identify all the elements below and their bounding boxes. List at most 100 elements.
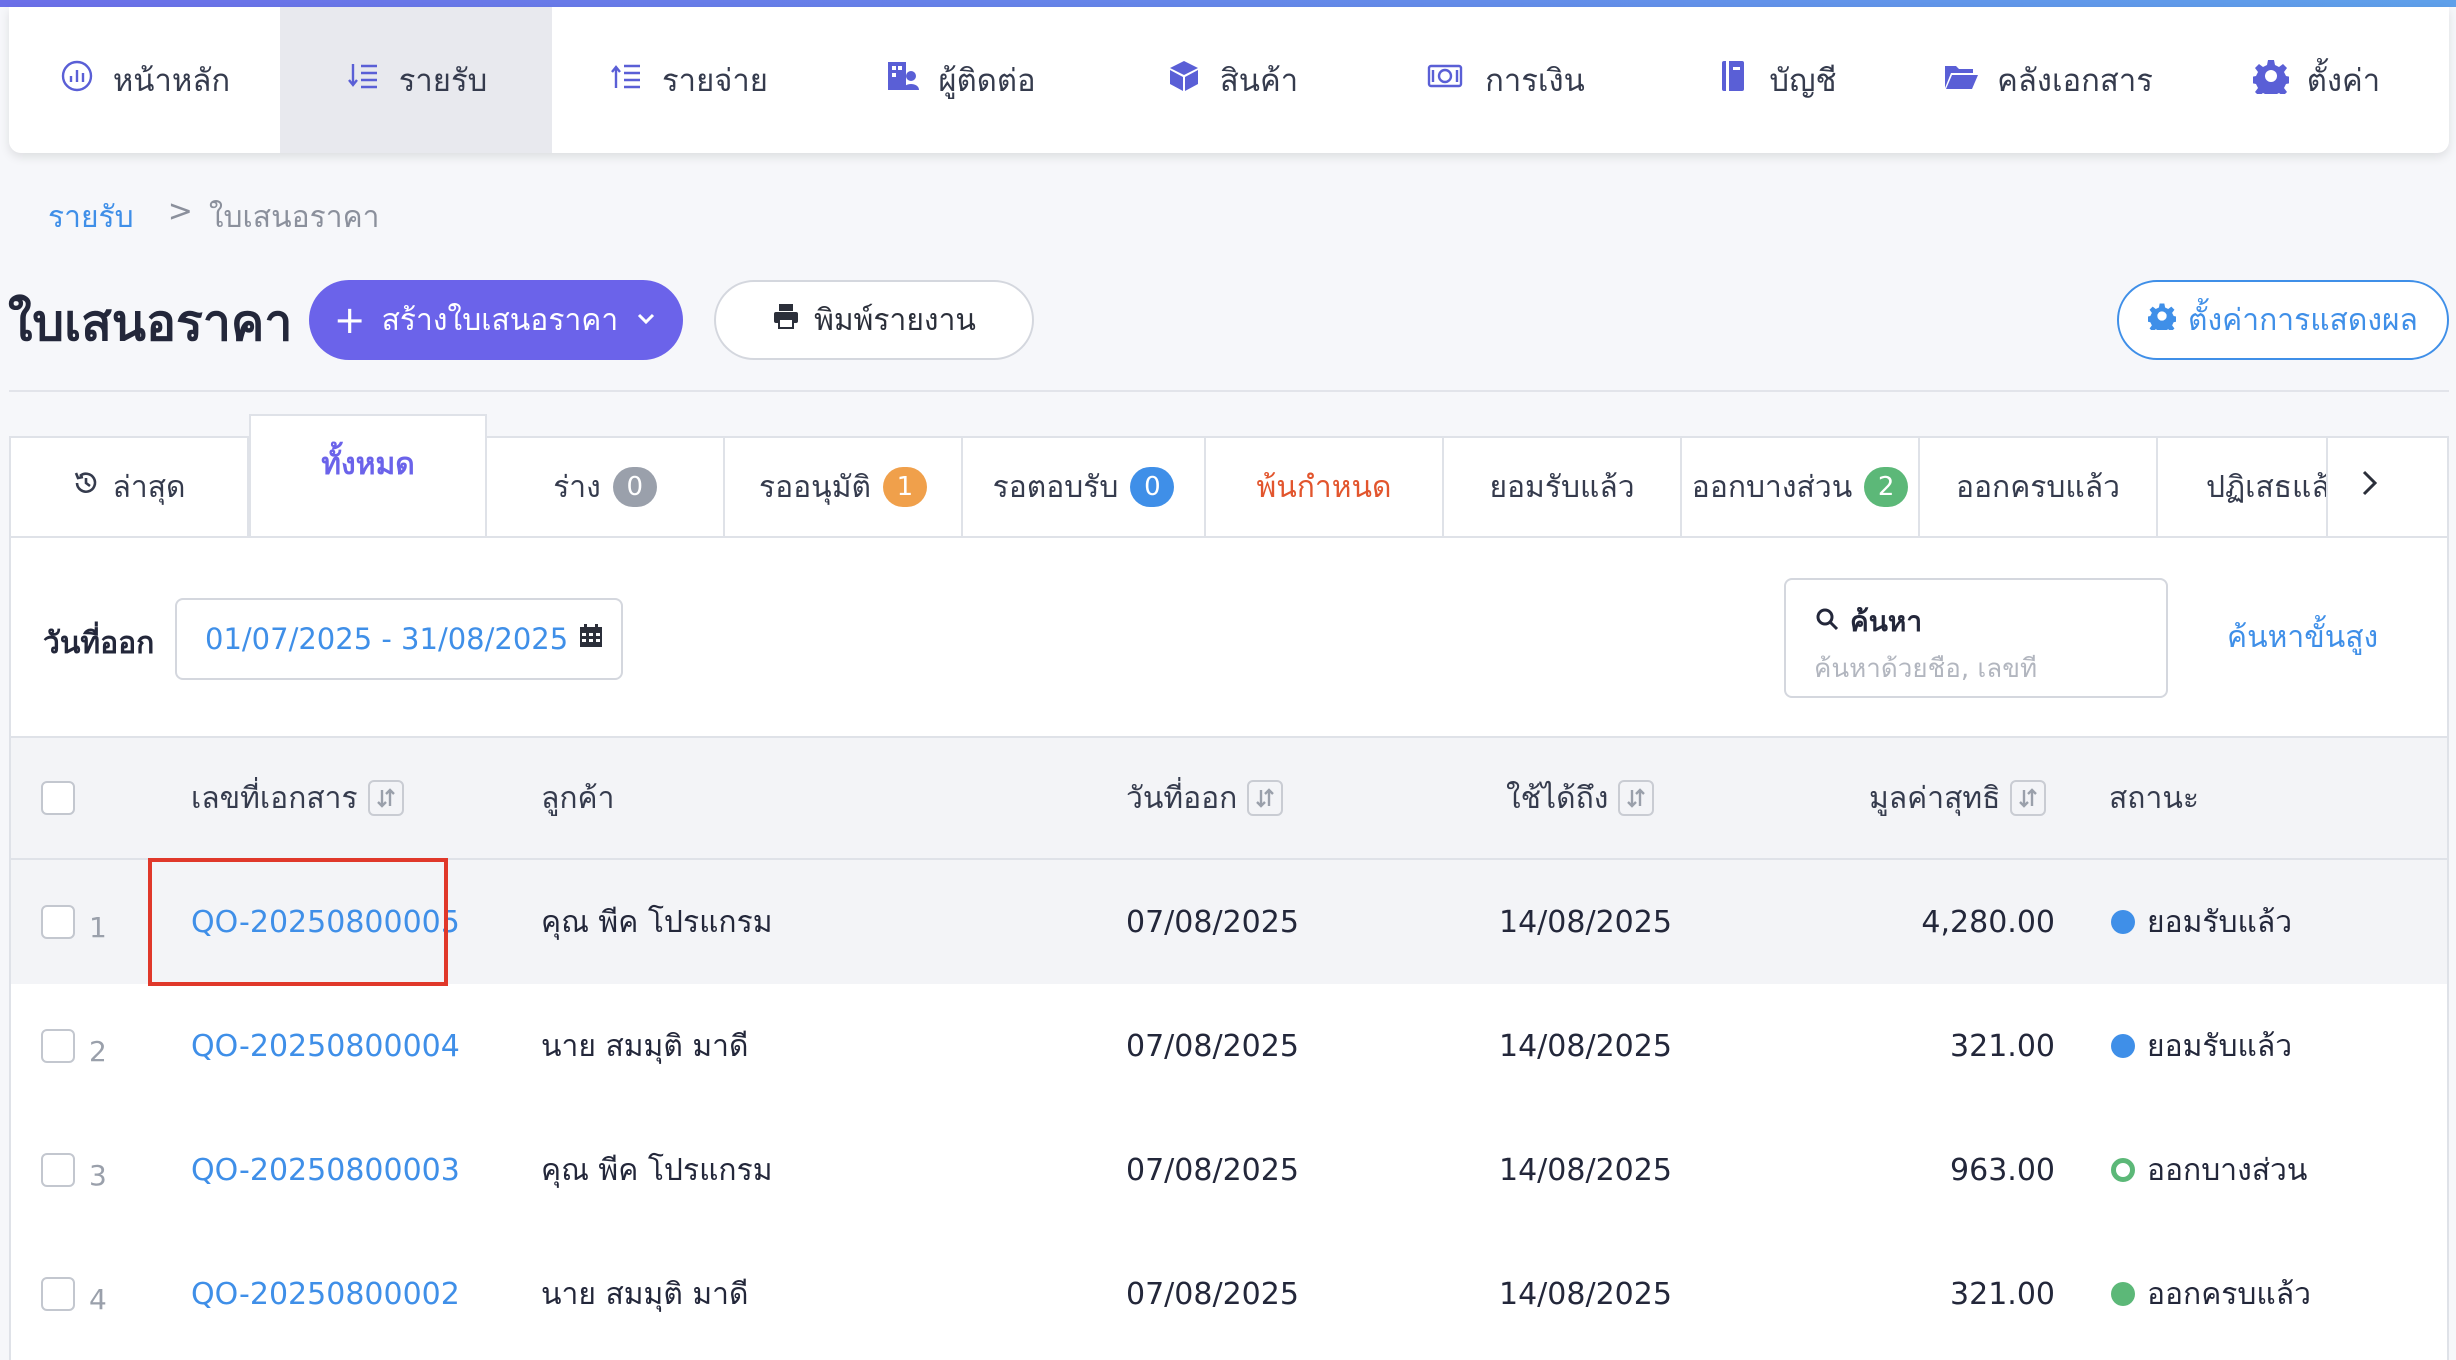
advanced-search-link[interactable]: ค้นหาขั้นสูง (2227, 614, 2378, 661)
nav-item-dashboard[interactable]: หน้าหลัก (9, 7, 280, 153)
folder-icon (1943, 58, 1979, 102)
nav-item-expense[interactable]: รายจ่าย (552, 7, 824, 153)
select-all-checkbox[interactable] (41, 781, 75, 815)
main-nav: หน้าหลัก รายรับ รายจ่าย ผู้ติดต่อ สินค้า… (9, 7, 2449, 153)
search-input[interactable] (1814, 654, 2138, 684)
gear-icon (2146, 302, 2178, 338)
nav-item-accounting[interactable]: บัญชี (1640, 7, 1912, 153)
doc-number-link[interactable]: QO-20250800004 (191, 984, 460, 1108)
tab-partially-issued[interactable]: ออกบางส่วน 2 (1682, 438, 1920, 536)
page-title: ใบเสนอราคา (8, 294, 293, 352)
doc-number-link[interactable]: QO-20250800005 (191, 860, 460, 984)
breadcrumb-link-income[interactable]: รายรับ (48, 194, 134, 241)
row-checkbox[interactable] (41, 1029, 75, 1063)
date-range-value: 01/07/2025 - 31/08/2025 (205, 622, 569, 656)
tab-latest[interactable]: ล่าสุด (11, 438, 249, 536)
tab-accepted[interactable]: ยอมรับแล้ว (1444, 438, 1682, 536)
sort-icon[interactable] (2010, 780, 2047, 816)
header-issue-date[interactable]: วันที่ออก (1126, 738, 1284, 858)
chevron-down-icon (634, 303, 658, 338)
tab-all[interactable]: ทั้งหมด (249, 414, 487, 536)
table-row[interactable]: 1 QO-20250800005 คุณ พีค โปรแกรม 07/08/2… (11, 860, 2447, 984)
contacts-icon (884, 58, 920, 102)
header-net-value[interactable]: มูลค่าสุทธิ (1869, 738, 2047, 858)
header-label: สถานะ (2109, 780, 2199, 816)
tab-rejected[interactable]: ปฏิเสธแล้ว (2158, 438, 2328, 536)
money-icon (1423, 58, 1467, 102)
header-label: เลขที่เอกสาร (191, 780, 358, 816)
valid-until-date: 14/08/2025 (1499, 904, 1672, 940)
chevron-right-icon (2354, 468, 2384, 506)
history-icon (72, 469, 100, 505)
status-dot (2111, 910, 2135, 934)
nav-item-finance[interactable]: การเงิน (1368, 7, 1640, 153)
tab-label: รออนุมัติ (759, 469, 871, 505)
breadcrumb: รายรับ > ใบเสนอราคา (48, 194, 380, 241)
tab-overdue[interactable]: พ้นกำหนด (1206, 438, 1444, 536)
table-row[interactable]: 3 QO-20250800003 คุณ พีค โปรแกรม 07/08/2… (11, 1108, 2447, 1232)
nav-item-label: สินค้า (1219, 63, 1299, 99)
header-valid-until[interactable]: ใช้ได้ถึง (1506, 738, 1655, 858)
print-report-label: พิมพ์รายงาน (814, 302, 976, 338)
tab-fully-issued[interactable]: ออกครบแล้ว (1920, 438, 2158, 536)
nav-item-label: ตั้งค่า (2306, 63, 2381, 99)
header-status: สถานะ (2109, 738, 2199, 858)
count-badge: 2 (1864, 467, 1909, 507)
nav-item-label: หน้าหลัก (112, 63, 231, 99)
valid-until-date: 14/08/2025 (1499, 1152, 1672, 1188)
sort-icon[interactable] (367, 780, 404, 816)
tab-draft[interactable]: ร่าง 0 (487, 438, 725, 536)
customer-name: นาย สมมุติ มาดี (541, 1028, 749, 1064)
net-value: 4,280.00 (1921, 904, 2055, 940)
row-checkbox[interactable] (41, 1277, 75, 1311)
status-dot (2111, 1158, 2135, 1182)
gear-icon (2250, 58, 2291, 102)
dashboard-icon (59, 58, 95, 102)
sort-icon[interactable] (1247, 780, 1284, 816)
display-settings-label: ตั้งค่าการแสดงผล (2188, 302, 2418, 338)
doc-number-link[interactable]: QO-20250800003 (191, 1108, 460, 1232)
search-label: ค้นหา (1850, 605, 1923, 638)
row-number: 2 (89, 1034, 107, 1068)
nav-item-income[interactable]: รายรับ (280, 7, 552, 153)
header-divider (9, 390, 2449, 392)
date-range-picker[interactable]: 01/07/2025 - 31/08/2025 (175, 598, 623, 680)
header-doc-no[interactable]: เลขที่เอกสาร (191, 738, 404, 858)
breadcrumb-separator: > (167, 194, 193, 229)
valid-until-date: 14/08/2025 (1499, 1028, 1672, 1064)
plus-icon: + (333, 298, 366, 342)
doc-number-link[interactable]: QO-20250800002 (191, 1232, 460, 1356)
nav-item-documents[interactable]: คลังเอกสาร (1912, 7, 2184, 153)
print-report-button[interactable]: พิมพ์รายงาน (714, 280, 1034, 360)
nav-item-settings[interactable]: ตั้งค่า (2184, 7, 2449, 153)
row-checkbox[interactable] (41, 1153, 75, 1187)
tabs-scroll-next-button[interactable] (2328, 438, 2410, 536)
tab-awaiting-approval[interactable]: รออนุมัติ 1 (725, 438, 963, 536)
nav-item-contacts[interactable]: ผู้ติดต่อ (824, 7, 1096, 153)
issue-date: 07/08/2025 (1126, 1152, 1299, 1188)
status-label: ยอมรับแล้ว (2147, 904, 2293, 940)
tab-label: ยอมรับแล้ว (1489, 469, 1635, 505)
header-label: ใช้ได้ถึง (1506, 780, 1609, 816)
header-customer: ลูกค้า (541, 738, 614, 858)
table-row[interactable]: 4 QO-20250800002 นาย สมมุติ มาดี 07/08/2… (11, 1232, 2447, 1356)
row-checkbox[interactable] (41, 905, 75, 939)
status-label: ออกครบแล้ว (2147, 1276, 2311, 1312)
quotation-list-panel: วันที่ออก 01/07/2025 - 31/08/2025 ค้นหา … (9, 536, 2449, 1360)
search-box: ค้นหา (1784, 578, 2168, 698)
customer-name: นาย สมมุติ มาดี (541, 1276, 749, 1312)
tab-label: ทั้งหมด (321, 446, 415, 482)
header-label: มูลค่าสุทธิ (1869, 780, 2001, 816)
tab-awaiting-response[interactable]: รอตอบรับ 0 (963, 438, 1206, 536)
ledger-book-icon (1715, 58, 1751, 102)
table-row[interactable]: 2 QO-20250800004 นาย สมมุติ มาดี 07/08/2… (11, 984, 2447, 1108)
nav-item-products[interactable]: สินค้า (1096, 7, 1368, 153)
table-header: เลขที่เอกสาร ลูกค้า วันที่ออก ใช้ได้ถึง … (11, 736, 2447, 860)
create-quotation-button[interactable]: + สร้างใบเสนอราคา (309, 280, 683, 360)
status-label: ออกบางส่วน (2147, 1152, 2308, 1188)
tab-label: ออกบางส่วน (1691, 469, 1853, 505)
sort-icon[interactable] (1618, 780, 1655, 816)
display-settings-button[interactable]: ตั้งค่าการแสดงผล (2117, 280, 2449, 360)
row-number: 3 (89, 1158, 107, 1192)
tab-label: พ้นกำหนด (1256, 469, 1392, 505)
